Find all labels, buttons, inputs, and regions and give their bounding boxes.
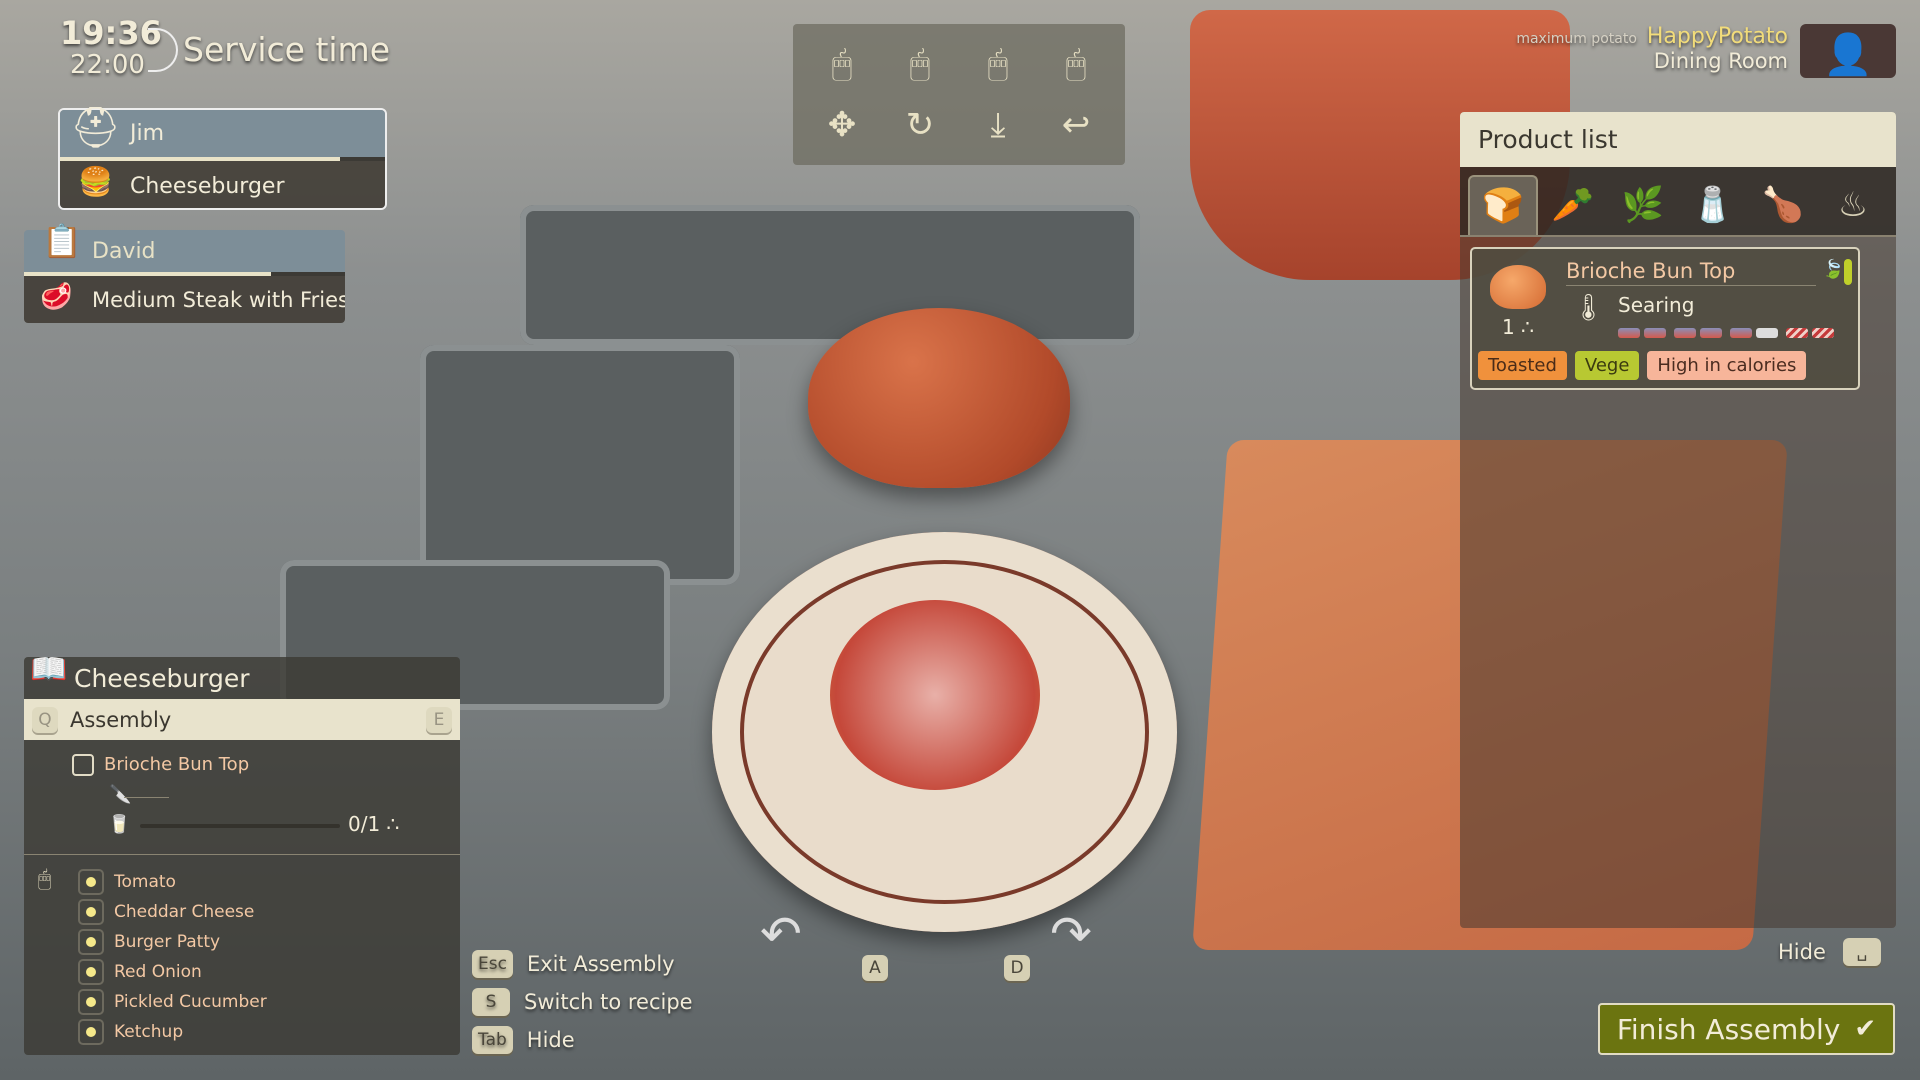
tab-meat-icon[interactable]: 🍗 (1748, 175, 1818, 235)
product-name: Brioche Bun Top (1566, 259, 1816, 286)
controls-panel: 🖱 🖱 🖱 🖱 ✥ ↻ ⤓ ↩ (793, 24, 1125, 165)
hide-product-list-key[interactable]: ␣ (1843, 938, 1881, 966)
tag-high-calories: High in calories (1647, 351, 1807, 380)
brioche-bun-top[interactable] (808, 308, 1070, 488)
ingredient-list: 🖱 Tomato Cheddar Cheese Burger Patty Red… (24, 855, 460, 1047)
container-icon: 🥛 (108, 814, 131, 835)
thermometer-icon: 🌡 (1572, 293, 1606, 323)
step-count: 0/1 ∴ (348, 812, 400, 836)
burger-icon: 🍔 (78, 165, 113, 198)
product-list-panel: Product list 🍞 🥕 🌿 🧂 🍗 ♨ 1 ∴ Brioche Bun… (1460, 112, 1896, 928)
burger-stack (830, 600, 1040, 790)
process-name: Searing (1618, 293, 1695, 317)
tab-cooking-pot-icon[interactable]: ♨ (1818, 175, 1888, 235)
recipe-book-icon: 📖 (30, 652, 68, 687)
recipe-panel: Cheeseburger Q Assembly E Brioche Bun To… (24, 657, 460, 1055)
place-down-icon: ⤓ (990, 104, 1006, 145)
mouse-move-icon: 🖱 (831, 44, 853, 85)
rotate-icon: ↻ (905, 104, 935, 145)
current-step: Brioche Bun Top 🔪 🥛 0/1 ∴ (24, 740, 460, 855)
hint-exit-assembly[interactable]: Esc Exit Assembly (472, 945, 693, 983)
prev-stage-key[interactable]: Q (32, 706, 58, 733)
finish-assembly-button[interactable]: Finish Assembly ✔ (1598, 1003, 1895, 1055)
product-list-title: Product list (1460, 112, 1896, 167)
location: Dining Room (1653, 49, 1788, 73)
mouse-left-click-icon: 🖱 (987, 44, 1009, 85)
quantity: 1 ∴ (1502, 315, 1534, 339)
tab-vegetables-icon[interactable]: 🥕 (1538, 175, 1608, 235)
rotate-left-key[interactable]: A (862, 955, 888, 981)
clock: 19:36 22:00 (60, 16, 162, 80)
user-info: maximum potato HappyPotato Dining Room (1516, 24, 1788, 73)
avatar[interactable]: 👤 (1800, 24, 1896, 78)
mouse-scroll-icon: 🖱 (38, 867, 52, 892)
step-checkbox[interactable] (72, 754, 94, 776)
undo-icon: ↩ (1061, 104, 1091, 145)
step-name: Brioche Bun Top (104, 754, 250, 775)
rotate-right-key[interactable]: D (1004, 955, 1030, 981)
rotate-right-arrow-icon: ↷ (1050, 905, 1092, 963)
mouse-right-click-icon: 🖱 (1065, 44, 1087, 85)
hide-product-list-label: Hide (1778, 940, 1826, 964)
rotate-left-arrow-icon: ↶ (760, 905, 802, 963)
tag-toasted: Toasted (1478, 351, 1567, 380)
freshness-indicator (1844, 259, 1852, 285)
stage-name: Assembly (70, 707, 172, 732)
stage-selector: Q Assembly E (24, 699, 460, 740)
key-hints: Esc Exit Assembly S Switch to recipe Tab Hi… (472, 945, 693, 1059)
knife-icon: 🔪 (109, 784, 132, 805)
list-item[interactable]: Pickled Cucumber (78, 987, 267, 1017)
hint-switch-recipe[interactable]: S Switch to recipe (472, 983, 693, 1021)
clipboard-icon: 📋 (42, 222, 82, 260)
user-name: HappyPotato (1646, 24, 1788, 49)
list-item[interactable]: Cheddar Cheese (78, 897, 267, 927)
tab-bread-icon[interactable]: 🍞 (1468, 175, 1539, 235)
list-item[interactable]: Ketchup (78, 1017, 267, 1047)
finish-label: Finish Assembly (1616, 1012, 1841, 1046)
tab-herbs-icon[interactable]: 🌿 (1608, 175, 1678, 235)
current-time: 19:36 (60, 14, 162, 52)
move-icon: ✥ (827, 104, 857, 145)
tag-vege: Vege (1574, 351, 1640, 380)
tab-condiments-icon[interactable]: 🧂 (1678, 175, 1748, 235)
cut-progress-line (124, 797, 169, 798)
user-tagline: maximum potato (1516, 31, 1637, 47)
ingredient-trays-top (520, 205, 1140, 345)
brioche-bun-icon (1490, 265, 1546, 309)
steak-icon: 🥩 (40, 282, 73, 312)
leaf-icon: 🍃 (1822, 259, 1845, 280)
product-tags: Toasted Vege High in calories (1478, 351, 1814, 380)
doneness-bar (1618, 323, 1838, 342)
quantity-progress-bar (140, 824, 340, 828)
category-tabs: 🍞 🥕 🌿 🧂 🍗 ♨ (1460, 167, 1896, 237)
list-item[interactable]: Tomato (78, 867, 267, 897)
checkmark-icon: ✔ (1854, 1014, 1877, 1044)
list-item[interactable]: Red Onion (78, 957, 267, 987)
list-item[interactable]: Burger Patty (78, 927, 267, 957)
recipe-title: Cheeseburger (74, 663, 250, 693)
hint-hide[interactable]: Tab Hide (472, 1021, 693, 1059)
hard-hat-icon: ⛑ (70, 105, 121, 151)
product-card[interactable]: 1 ∴ Brioche Bun Top 🍃 🌡 Searing Toasted V… (1470, 247, 1860, 390)
ingredient-trays-mid (420, 345, 740, 585)
service-time-label: Service time (183, 30, 391, 69)
next-stage-key[interactable]: E (426, 706, 452, 733)
mouse-scroll-rotate-icon: 🖱 (909, 44, 931, 85)
